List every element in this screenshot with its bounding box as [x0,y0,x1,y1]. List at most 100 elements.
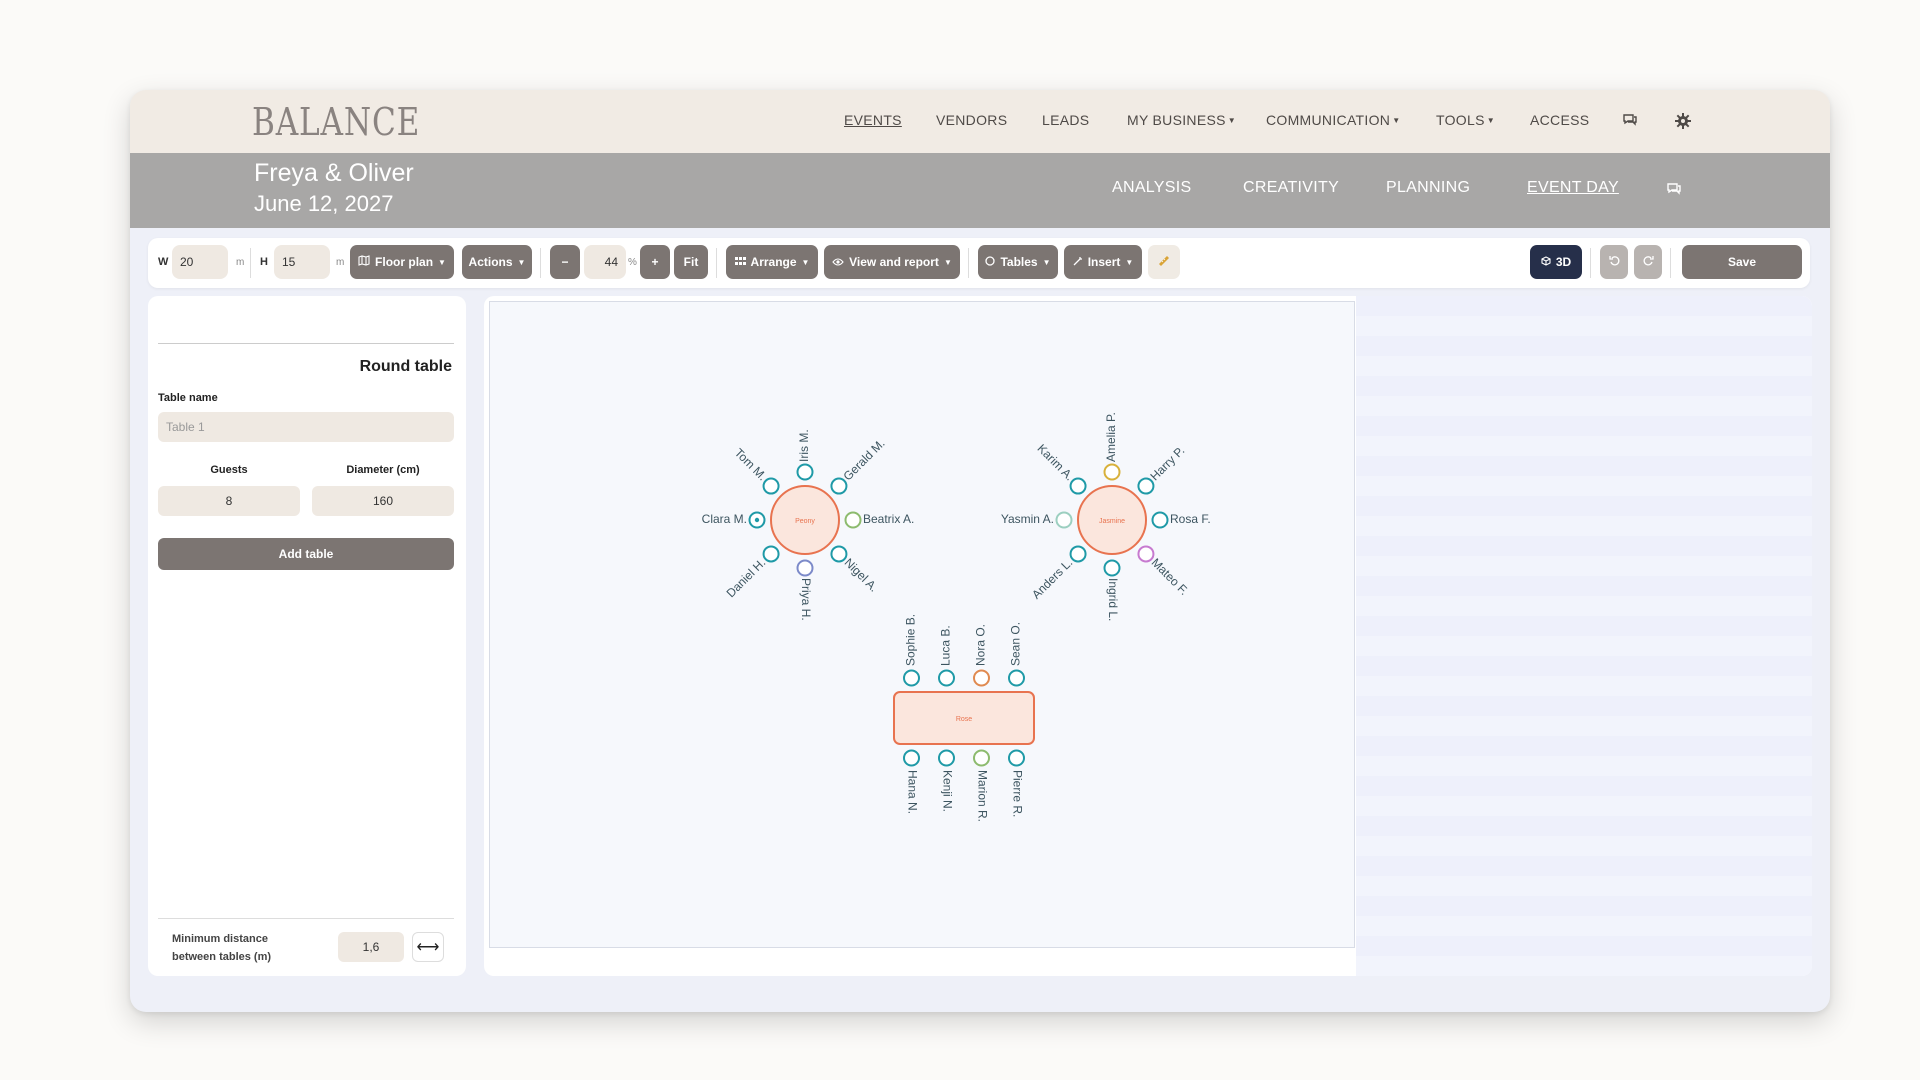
seat-daniel-h[interactable]: Daniel H. [724,545,780,600]
floor-area[interactable]: Peony Iris M. Gerald M. Beatrix A. Nigel A. P… [489,301,1355,948]
actions-dropdown[interactable]: Actions ▼ [462,245,532,279]
tables-dropdown[interactable]: Tables ▼ [978,245,1058,279]
table-name-input[interactable]: Table 1 [158,412,454,442]
seat-circle[interactable] [973,669,990,687]
seat-circle[interactable] [903,749,920,767]
seat-mateo-f[interactable]: Mateo F. [1137,545,1191,598]
gear-icon[interactable] [1674,112,1692,130]
seat-circle[interactable] [1137,545,1155,563]
tab-analysis[interactable]: ANALYSIS [1112,179,1191,197]
brand-logo[interactable]: BALANCE [252,100,420,144]
seat-luca-b[interactable]: Luca B. [938,625,955,687]
seat-priya-h[interactable]: Priya H. [796,559,814,621]
floor-plan-dropdown[interactable]: Floor plan ▼ [350,245,454,279]
caret-down-icon: ▼ [943,257,952,267]
seat-circle[interactable] [1069,545,1087,563]
seat-circle[interactable] [903,669,920,687]
redo-button[interactable] [1634,245,1662,279]
save-button[interactable]: Save [1682,245,1802,279]
chat-icon[interactable] [1666,181,1684,199]
guests-input[interactable]: 8 [158,486,300,516]
seat-ingrid-l[interactable]: Ingrid L. [1103,559,1121,622]
seat-iris-m[interactable]: Iris M. [796,429,814,481]
arrange-dropdown[interactable]: Arrange ▼ [726,245,818,279]
seat-circle[interactable] [830,545,848,563]
seat-circle[interactable] [1069,477,1087,495]
round-table-jasmine[interactable]: Jasmine [1077,485,1147,555]
seat-circle[interactable] [1008,669,1025,687]
width-input[interactable]: 20 [172,245,228,279]
view-report-dropdown[interactable]: View and report ▼ [824,245,960,279]
panel-title: Round table [359,358,452,375]
seat-clara-m[interactable]: Clara M. [702,511,766,529]
nav-events[interactable]: EVENTS [844,112,902,128]
floor-plan-canvas[interactable]: Peony Iris M. Gerald M. Beatrix A. Nigel A. P… [484,296,1812,976]
tab-creativity[interactable]: CREATIVITY [1243,179,1339,197]
rect-table-rose[interactable]: Rose [893,691,1035,745]
seat-sophie-b[interactable]: Sophie B. [903,614,920,687]
divider [540,248,541,278]
nav-leads[interactable]: LEADS [1042,112,1089,128]
fit-button[interactable]: Fit [674,245,708,279]
nav-communication[interactable]: COMMUNICATION ▼ [1266,112,1400,128]
min-distance-input[interactable]: 1,6 [338,932,404,962]
seat-marion-r[interactable]: Marion R. [973,749,990,823]
seat-circle[interactable] [1151,511,1169,529]
seat-nigel-a[interactable]: Nigel A. [830,545,881,595]
seat-circle[interactable] [938,749,955,767]
seat-harry-p[interactable]: Harry P. [1137,443,1187,495]
zoom-out-button[interactable]: − [550,245,580,279]
seat-circle[interactable] [938,669,955,687]
seat-pierre-r[interactable]: Pierre R. [1008,749,1025,818]
diameter-input[interactable]: 160 [312,486,454,516]
seat-circle[interactable] [796,463,814,481]
seat-nora-o[interactable]: Nora O. [973,624,990,687]
seat-circle[interactable] [796,559,814,577]
seat-beatrix-a[interactable]: Beatrix A. [844,511,915,529]
seat-circle[interactable] [1055,511,1073,529]
seat-circle[interactable] [1103,559,1121,577]
tab-planning[interactable]: PLANNING [1386,179,1470,197]
seat-circle[interactable] [830,477,848,495]
caret-down-icon: ▼ [517,257,526,267]
nav-vendors[interactable]: VENDORS [936,112,1007,128]
view-3d-button[interactable]: 3D [1530,245,1582,279]
seat-rosa-f[interactable]: Rosa F. [1151,511,1211,529]
nav-my-business[interactable]: MY BUSINESS ▼ [1127,112,1236,128]
seat-tom-m[interactable]: Tom M. [732,446,780,495]
seat-sean-o[interactable]: Sean O. [1008,622,1025,687]
round-table-peony[interactable]: Peony [770,485,840,555]
insert-dropdown[interactable]: Insert ▼ [1064,245,1142,279]
guest-name-label: Anders L. [1029,555,1075,601]
floor-plan-toolbar: W 20 m H 15 m Floor plan ▼ Actions ▼ − 44 … [148,238,1810,288]
add-table-button[interactable]: Add table [158,538,454,570]
tab-event-day[interactable]: EVENT DAY [1527,179,1619,197]
seat-anders-l[interactable]: Anders L. [1029,545,1087,602]
seat-circle[interactable] [844,511,862,529]
height-input[interactable]: 15 [274,245,330,279]
seat-kenji-n[interactable]: Kenji N. [938,749,955,813]
nav-access[interactable]: ACCESS [1530,112,1589,128]
seat-circle[interactable] [762,545,780,563]
seat-circle[interactable] [1008,749,1025,767]
seat-circle[interactable] [1137,477,1155,495]
seat-yasmin-a[interactable]: Yasmin A. [1001,511,1073,529]
zoom-in-button[interactable]: + [640,245,670,279]
seat-gerald-m[interactable]: Gerald M. [830,436,888,495]
seat-circle[interactable] [973,749,990,767]
seat-circle[interactable] [1103,463,1121,481]
zoom-input[interactable]: 44 [584,245,626,279]
seat-hana-n[interactable]: Hana N. [903,749,920,815]
distance-toggle-button[interactable]: ⟷ [412,932,444,962]
nav-tools[interactable]: TOOLS ▼ [1436,112,1495,128]
undo-button[interactable] [1600,245,1628,279]
guest-name-label: Sean O. [1009,622,1023,666]
seat-karim-a[interactable]: Karim A. [1035,441,1087,495]
seat-circle[interactable] [762,477,780,495]
guest-name-label: Mateo F. [1149,555,1191,597]
chat-icon[interactable] [1622,112,1640,130]
ruler-button[interactable] [1148,245,1180,279]
seat-amelia-p[interactable]: Amelia P. [1103,412,1121,481]
magic-wand-icon [1073,255,1083,269]
seating-plan[interactable]: Peony Iris M. Gerald M. Beatrix A. Nigel A. P… [490,302,1356,949]
